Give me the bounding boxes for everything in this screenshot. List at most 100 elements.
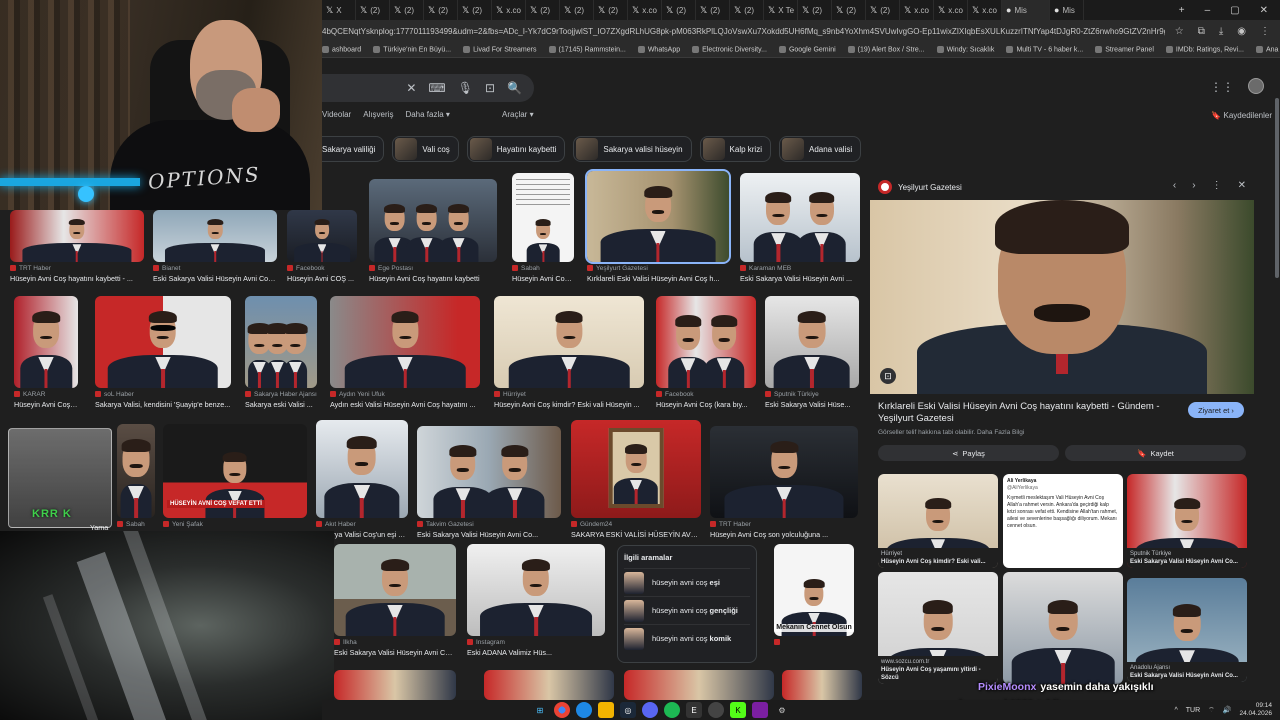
- related-image-tile[interactable]: [1003, 572, 1123, 684]
- mic-icon[interactable]: 🎙: [458, 81, 473, 95]
- preview-image[interactable]: ⊡: [870, 200, 1254, 394]
- browser-tab[interactable]: 𝕏x.co: [628, 0, 662, 20]
- image-result[interactable]: Gündem24 SAKARYA ESKİ VALİSİ HÜSEYİN AVNİ…: [571, 420, 701, 539]
- result-title[interactable]: Hüseyin Avni Coş ...: [512, 274, 574, 283]
- window-close-icon[interactable]: ✕: [1260, 5, 1268, 16]
- saved-link[interactable]: 🔖 Kaydedilenler: [1211, 111, 1272, 120]
- browser-tab[interactable]: 𝕏X: [322, 0, 356, 20]
- image-result[interactable]: [624, 670, 774, 700]
- browser-tab[interactable]: 𝕏 (2): [390, 0, 424, 20]
- image-result[interactable]: TRT Haber Hüseyin Avni Coş son yolculuğun…: [710, 426, 858, 539]
- result-thumbnail[interactable]: [571, 420, 701, 518]
- result-thumbnail[interactable]: HÜSEYİN AVNİ COŞ VEFAT ETTİ: [163, 424, 307, 518]
- image-result[interactable]: Akıt HaberSakarya Valisi Coş'un eşi Ayli…: [316, 420, 408, 539]
- result-thumbnail[interactable]: [14, 296, 78, 388]
- image-result[interactable]: Sakarya Haber Ajansı Sakarya eski Valisi …: [245, 296, 317, 409]
- image-result[interactable]: Sabah Hüseyin Avni Coş ...: [512, 173, 574, 283]
- result-thumbnail[interactable]: [710, 426, 858, 518]
- result-thumbnail[interactable]: [245, 296, 317, 388]
- image-result[interactable]: SabahSon dakika: Eski Sakarya Valisi Hüs…: [117, 424, 155, 539]
- result-thumbnail[interactable]: [10, 210, 144, 262]
- image-result[interactable]: Bianet Eski Sakarya Valisi Hüseyin Avni C…: [153, 210, 277, 283]
- image-result[interactable]: [334, 670, 456, 700]
- download-icon[interactable]: ⤓: [1219, 26, 1223, 37]
- browser-tab[interactable]: 𝕏 (2): [832, 0, 866, 20]
- chip[interactable]: Hayatını kaybetti: [466, 136, 566, 162]
- image-result[interactable]: Facebook Hüseyin Avni COŞ ...: [287, 210, 357, 283]
- image-result[interactable]: [782, 670, 862, 700]
- new-tab-icon[interactable]: +: [1179, 5, 1185, 16]
- result-thumbnail[interactable]: [153, 210, 277, 262]
- result-thumbnail[interactable]: [117, 424, 155, 518]
- close-icon[interactable]: ✕: [1238, 180, 1246, 191]
- result-thumbnail[interactable]: [95, 296, 231, 388]
- extensions-icon[interactable]: ⧉: [1198, 26, 1205, 37]
- browser-tab[interactable]: 𝕏x.co: [934, 0, 968, 20]
- result-thumbnail[interactable]: [512, 173, 574, 262]
- prev-icon[interactable]: ‹: [1173, 180, 1176, 191]
- image-result[interactable]: Mekanın Cennet Olsun: [774, 544, 854, 648]
- save-button[interactable]: 🔖 Kaydet: [1065, 445, 1246, 461]
- browser-tab[interactable]: 𝕏x.co: [968, 0, 1002, 20]
- url-text[interactable]: 4bQCENqtYsknplog:1777011193499&udm=2&fbs…: [322, 27, 1165, 36]
- browser-tab[interactable]: 𝕏 (2): [560, 0, 594, 20]
- search-box[interactable]: ✕ ⌨ 🎙 ⊡ 🔍: [322, 74, 534, 102]
- image-result[interactable]: Yeşilyurt Gazetesi Kırklareli Eski Valisi…: [585, 169, 731, 283]
- image-result[interactable]: Instagram Eski ADANA Valimiz Hüs...: [467, 544, 605, 657]
- result-title[interactable]: Hüseyin Avni Coş ...: [14, 400, 78, 409]
- image-result[interactable]: TRT Haber Hüseyin Avni Coş hayatını kaybe…: [10, 210, 144, 283]
- result-thumbnail[interactable]: [624, 670, 774, 700]
- result-title[interactable]: Kırklareli Eski Valisi Hüseyin Avni Coş …: [587, 274, 729, 283]
- bookmark-item[interactable]: IMDb: Ratings, Revi...: [1165, 45, 1244, 53]
- preview-title[interactable]: Kırklareli Eski Valisi Hüseyin Avni Coş …: [878, 401, 1178, 425]
- browser-tab[interactable]: 𝕏 (2): [730, 0, 764, 20]
- image-result[interactable]: İlkha Eski Sakarya Valisi Hüseyin Avni Co…: [334, 544, 456, 657]
- image-result[interactable]: Ege Postası Hüseyin Avni Coş hayatını kay…: [369, 179, 497, 283]
- image-result[interactable]: [484, 670, 614, 700]
- chip[interactable]: Sakarya valisi hüseyin: [573, 136, 692, 162]
- browser-tab[interactable]: ● Mis: [1002, 0, 1050, 20]
- keyboard-icon[interactable]: ⌨: [428, 81, 445, 95]
- related-image-tile[interactable]: Ali Yerlikaya @AliYerlikaya Kıymetli mesle…: [1003, 474, 1123, 568]
- bookmark-item[interactable]: ashboard: [322, 45, 361, 53]
- wifi-icon[interactable]: ⌔: [1208, 706, 1215, 715]
- image-result[interactable]: Sputnik Türkiye Eski Sakarya Valisi Hüse.…: [765, 296, 859, 409]
- result-thumbnail[interactable]: [656, 296, 756, 388]
- related-search-item[interactable]: hüseyin avni coş eşi: [624, 568, 750, 596]
- result-thumbnail[interactable]: [740, 173, 860, 262]
- result-thumbnail[interactable]: [467, 544, 605, 636]
- related-image-tile[interactable]: www.sozcu.com.tr Hüseyin Avni Coş yaşamın…: [878, 572, 998, 684]
- image-result[interactable]: Hürriyet Hüseyin Avni Coş kimdir? Eski va…: [494, 296, 644, 409]
- browser-tab[interactable]: 𝕏 (2): [424, 0, 458, 20]
- more-icon[interactable]: ⋮: [1212, 180, 1222, 191]
- browser-tab[interactable]: 𝕏x.co: [900, 0, 934, 20]
- result-title[interactable]: Eski Sakarya Valisi Hüseyin Avni ...: [740, 274, 860, 283]
- browser-tab[interactable]: 𝕏 (2): [458, 0, 492, 20]
- image-result[interactable]: KARAR Hüseyin Avni Coş ...: [14, 296, 78, 409]
- result-thumbnail[interactable]: [494, 296, 644, 388]
- visit-button[interactable]: Ziyaret et ›: [1188, 402, 1244, 418]
- notification-icon[interactable]: ^: [1174, 707, 1177, 714]
- panel-source[interactable]: Yeşilyurt Gazetesi: [878, 180, 962, 194]
- browser-tab[interactable]: 𝕏 (2): [526, 0, 560, 20]
- lens-search-icon[interactable]: ⊡: [880, 368, 896, 384]
- start-icon[interactable]: ⊞: [532, 702, 548, 718]
- result-thumbnail[interactable]: [287, 210, 357, 262]
- bookmark-item[interactable]: Livad For Streamers: [463, 45, 537, 53]
- chip[interactable]: Vali coş: [392, 136, 459, 162]
- browser-tab[interactable]: 𝕏 (2): [696, 0, 730, 20]
- clock[interactable]: 09:14 24.04.2026: [1239, 702, 1272, 718]
- related-search-item[interactable]: hüseyin avni coş komik: [624, 624, 750, 652]
- clear-icon[interactable]: ✕: [406, 81, 416, 95]
- bookmark-item[interactable]: (17145) Rammstein...: [548, 45, 626, 53]
- bookmark-item[interactable]: Ana Sayfa • HBO Max: [1255, 45, 1280, 53]
- image-result[interactable]: Karaman MEB Eski Sakarya Valisi Hüseyin A…: [740, 173, 860, 283]
- browser-tab[interactable]: 𝕏X Te: [764, 0, 798, 20]
- explorer-icon[interactable]: [598, 702, 614, 718]
- profile-icon[interactable]: ◉: [1237, 26, 1246, 37]
- browser-tab[interactable]: 𝕏 (2): [594, 0, 628, 20]
- share-button[interactable]: ⋖ Paylaş: [878, 445, 1059, 461]
- bookmark-item[interactable]: Windy: Sıcaklık: [936, 45, 994, 53]
- bookmark-item[interactable]: Türkiye'nin En Büyü...: [373, 45, 451, 53]
- bookmark-item[interactable]: Multi TV - 6 haber k...: [1006, 45, 1083, 53]
